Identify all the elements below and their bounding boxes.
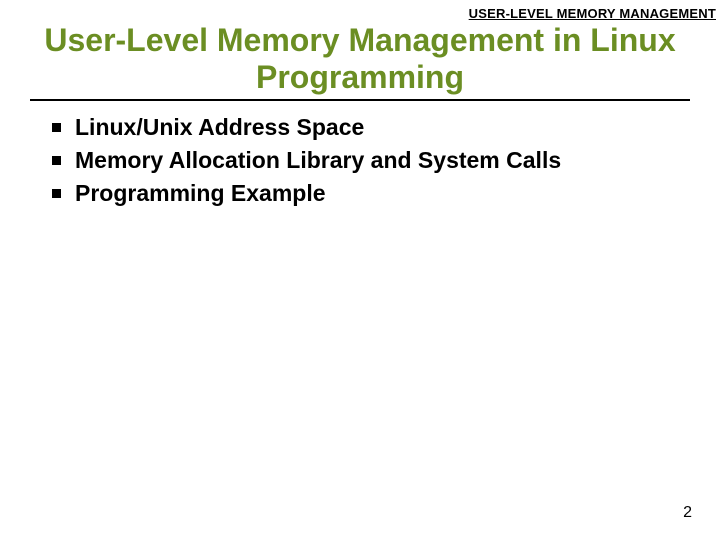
page-title: User-Level Memory Management in Linux Pr… bbox=[0, 22, 720, 96]
list-item: Memory Allocation Library and System Cal… bbox=[52, 145, 700, 176]
bullet-text: Memory Allocation Library and System Cal… bbox=[75, 145, 561, 176]
bullet-icon bbox=[52, 156, 61, 165]
bullet-text: Programming Example bbox=[75, 178, 326, 209]
header-label: USER-LEVEL MEMORY MANAGEMENT bbox=[469, 6, 716, 21]
bullet-text: Linux/Unix Address Space bbox=[75, 112, 364, 143]
list-item: Programming Example bbox=[52, 178, 700, 209]
title-underline bbox=[30, 99, 690, 101]
bullet-icon bbox=[52, 123, 61, 132]
list-item: Linux/Unix Address Space bbox=[52, 112, 700, 143]
bullet-list: Linux/Unix Address Space Memory Allocati… bbox=[52, 112, 700, 211]
page-number: 2 bbox=[683, 504, 692, 522]
bullet-icon bbox=[52, 189, 61, 198]
